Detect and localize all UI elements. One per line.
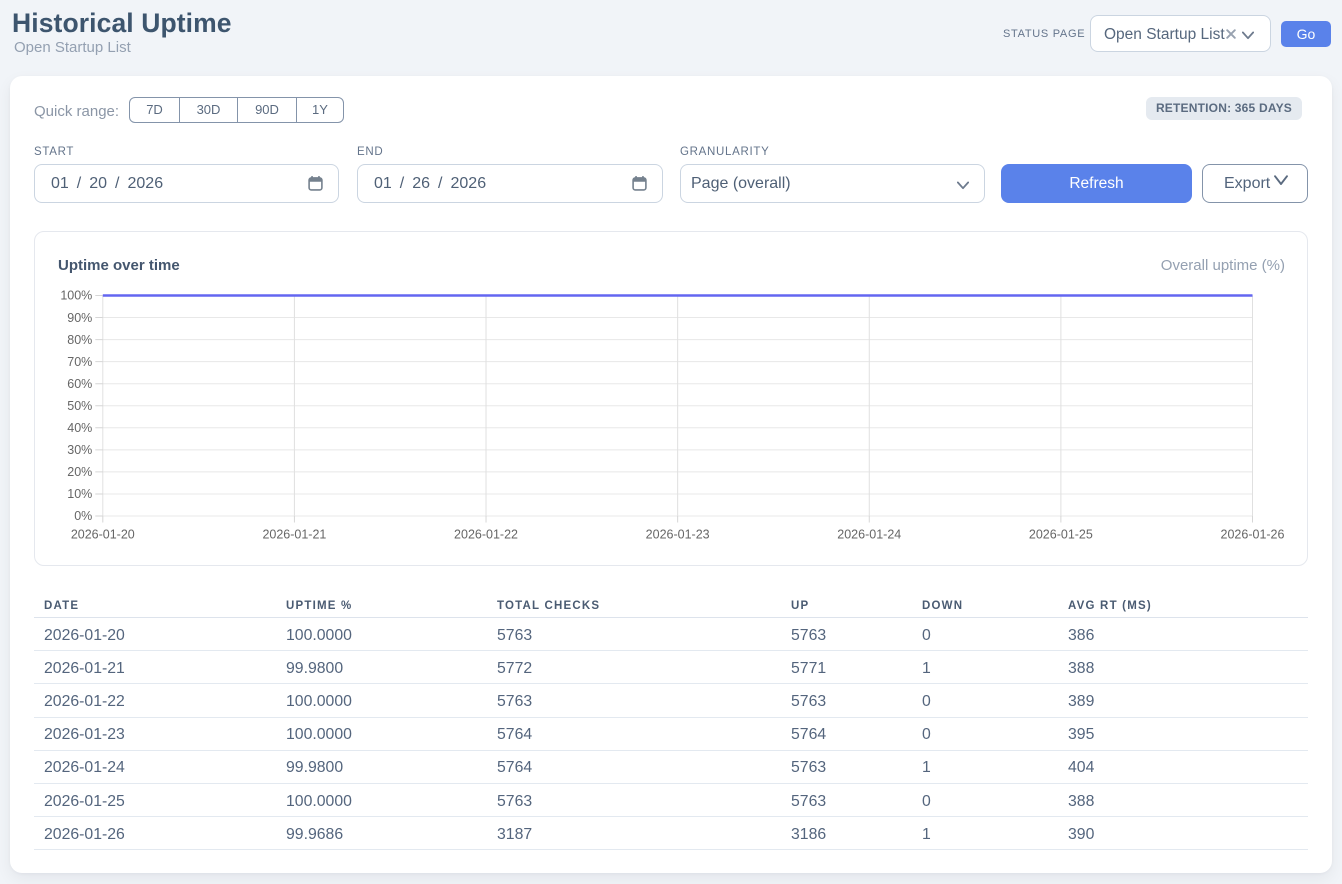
svg-text:100%: 100% (60, 289, 92, 303)
svg-text:2026-01-23: 2026-01-23 (646, 528, 710, 542)
svg-text:10%: 10% (67, 487, 92, 501)
svg-text:2026-01-21: 2026-01-21 (262, 528, 326, 542)
svg-text:30%: 30% (67, 443, 92, 457)
svg-text:2026-01-26: 2026-01-26 (1221, 528, 1285, 542)
svg-text:80%: 80% (67, 333, 92, 347)
svg-text:60%: 60% (67, 377, 92, 391)
svg-text:2026-01-25: 2026-01-25 (1029, 528, 1093, 542)
svg-text:2026-01-20: 2026-01-20 (71, 528, 135, 542)
svg-text:50%: 50% (67, 399, 92, 413)
svg-text:90%: 90% (67, 311, 92, 325)
svg-text:2026-01-22: 2026-01-22 (454, 528, 518, 542)
svg-text:40%: 40% (67, 421, 92, 435)
svg-text:70%: 70% (67, 355, 92, 369)
svg-text:20%: 20% (67, 465, 92, 479)
svg-text:2026-01-24: 2026-01-24 (837, 528, 901, 542)
svg-text:0%: 0% (74, 509, 92, 523)
